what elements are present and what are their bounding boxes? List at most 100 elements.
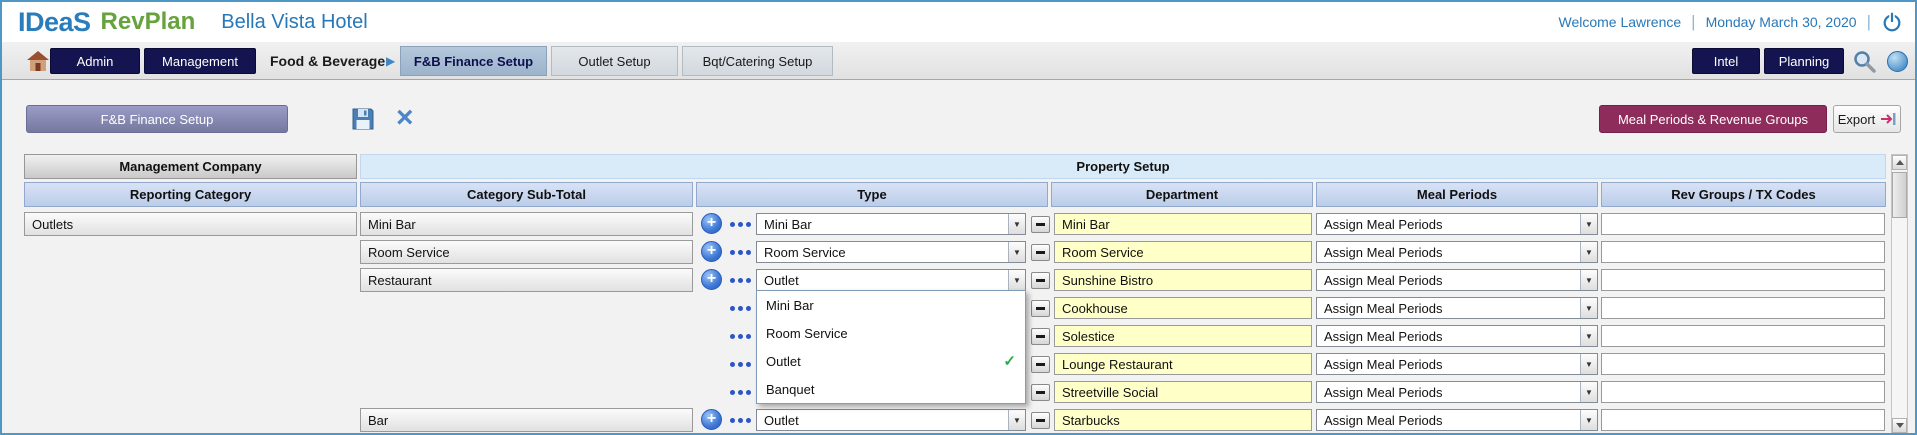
meal-periods-select[interactable]: Assign Meal Periods▼ bbox=[1316, 297, 1598, 319]
type-select[interactable]: Mini Bar▼ bbox=[756, 213, 1026, 235]
meal-periods-select[interactable]: Assign Meal Periods▼ bbox=[1316, 381, 1598, 403]
more-options-icon[interactable] bbox=[730, 334, 751, 339]
meal-periods-select[interactable]: Assign Meal Periods▼ bbox=[1316, 325, 1598, 347]
export-button[interactable]: Export bbox=[1833, 105, 1901, 133]
sub-total-cell: Mini Bar bbox=[360, 212, 693, 236]
more-options-icon[interactable] bbox=[730, 250, 751, 255]
rev-groups-input[interactable] bbox=[1601, 213, 1885, 235]
more-options-icon[interactable] bbox=[730, 278, 751, 283]
add-row-button[interactable]: + bbox=[701, 409, 722, 430]
type-select[interactable]: Outlet▼ bbox=[756, 409, 1026, 431]
add-row-button[interactable]: + bbox=[701, 241, 722, 262]
scroll-down-button[interactable] bbox=[1892, 418, 1907, 433]
remove-row-button[interactable] bbox=[1031, 356, 1050, 373]
tab-bqt-catering-setup[interactable]: Bqt/Catering Setup bbox=[682, 46, 833, 76]
rev-groups-input[interactable] bbox=[1601, 409, 1885, 431]
power-icon[interactable] bbox=[1881, 10, 1903, 34]
remove-row-button[interactable] bbox=[1031, 412, 1050, 429]
department-value: Solestice bbox=[1062, 329, 1115, 344]
minus-icon bbox=[1036, 363, 1045, 366]
add-row-button[interactable]: + bbox=[701, 213, 722, 234]
department-input[interactable]: Sunshine Bistro bbox=[1054, 269, 1312, 291]
rev-groups-input[interactable] bbox=[1601, 381, 1885, 403]
dropdown-option-label: Banquet bbox=[766, 382, 814, 397]
table-row: Room Service + Room Service▼ Room Servic… bbox=[2, 238, 1915, 266]
remove-row-button[interactable] bbox=[1031, 328, 1050, 345]
more-options-icon[interactable] bbox=[730, 222, 751, 227]
sub-total-cell: Room Service bbox=[360, 240, 693, 264]
department-value: Room Service bbox=[1062, 245, 1144, 260]
close-icon[interactable]: × bbox=[396, 103, 414, 133]
scroll-down-icon bbox=[1896, 423, 1904, 428]
chevron-down-icon: ▼ bbox=[1580, 354, 1597, 374]
management-button[interactable]: Management bbox=[144, 48, 256, 74]
department-input[interactable]: Room Service bbox=[1054, 241, 1312, 263]
meal-periods-select[interactable]: Assign Meal Periods▼ bbox=[1316, 213, 1598, 235]
minus-icon bbox=[1036, 223, 1045, 226]
divider: | bbox=[1691, 12, 1695, 32]
dropdown-option-label: Room Service bbox=[766, 326, 848, 341]
add-row-button[interactable]: + bbox=[701, 269, 722, 290]
department-input[interactable]: Solestice bbox=[1054, 325, 1312, 347]
table-row: Bar + Outlet▼ Starbucks Assign Meal Peri… bbox=[2, 406, 1915, 434]
remove-row-button[interactable] bbox=[1031, 244, 1050, 261]
remove-row-button[interactable] bbox=[1031, 300, 1050, 317]
minus-icon bbox=[1036, 419, 1045, 422]
save-icon[interactable] bbox=[350, 106, 376, 132]
ideas-logo: IDeaS bbox=[18, 7, 91, 38]
rev-groups-input[interactable] bbox=[1601, 241, 1885, 263]
rev-groups-input[interactable] bbox=[1601, 297, 1885, 319]
scroll-up-button[interactable] bbox=[1892, 155, 1907, 170]
more-options-icon[interactable] bbox=[730, 362, 751, 367]
meal-periods-value: Assign Meal Periods bbox=[1317, 382, 1580, 402]
department-input[interactable]: Lounge Restaurant bbox=[1054, 353, 1312, 375]
meal-periods-select[interactable]: Assign Meal Periods▼ bbox=[1316, 269, 1598, 291]
type-select-open[interactable]: Outlet▼ bbox=[756, 269, 1026, 291]
tab-fb-finance-setup[interactable]: F&B Finance Setup bbox=[400, 46, 547, 76]
dropdown-option-banquet[interactable]: Banquet bbox=[757, 375, 1025, 403]
sub-total-cell: Bar bbox=[360, 408, 693, 432]
finance-setup-button[interactable]: F&B Finance Setup bbox=[26, 105, 288, 133]
food-beverage-menu[interactable]: Food & Beverage bbox=[270, 42, 385, 79]
dropdown-option-outlet[interactable]: Outlet✓ bbox=[757, 347, 1025, 375]
home-icon[interactable] bbox=[26, 50, 50, 72]
meal-periods-select[interactable]: Assign Meal Periods▼ bbox=[1316, 353, 1598, 375]
tab-outlet-setup[interactable]: Outlet Setup bbox=[551, 46, 678, 76]
type-select[interactable]: Room Service▼ bbox=[756, 241, 1026, 263]
intel-button[interactable]: Intel bbox=[1692, 48, 1760, 74]
minus-icon bbox=[1036, 391, 1045, 394]
vertical-scrollbar[interactable] bbox=[1891, 154, 1908, 434]
chevron-down-icon: ▼ bbox=[1008, 242, 1025, 262]
column-header-reporting-category: Reporting Category bbox=[24, 182, 357, 207]
chevron-down-icon: ▼ bbox=[1008, 270, 1025, 290]
remove-row-button[interactable] bbox=[1031, 216, 1050, 233]
rev-groups-input[interactable] bbox=[1601, 325, 1885, 347]
dropdown-option-room-service[interactable]: Room Service bbox=[757, 319, 1025, 347]
department-input[interactable]: Mini Bar bbox=[1054, 213, 1312, 235]
rev-groups-input[interactable] bbox=[1601, 353, 1885, 375]
globe-icon[interactable] bbox=[1886, 50, 1909, 73]
remove-row-button[interactable] bbox=[1031, 272, 1050, 289]
meal-periods-revenue-groups-button[interactable]: Meal Periods & Revenue Groups bbox=[1599, 105, 1827, 133]
department-input[interactable]: Cookhouse bbox=[1054, 297, 1312, 319]
more-options-icon[interactable] bbox=[730, 418, 751, 423]
admin-button[interactable]: Admin bbox=[50, 48, 140, 74]
header-property-setup: Property Setup bbox=[360, 154, 1886, 179]
remove-row-button[interactable] bbox=[1031, 384, 1050, 401]
chevron-down-icon: ▼ bbox=[1580, 326, 1597, 346]
rev-groups-input[interactable] bbox=[1601, 269, 1885, 291]
meal-periods-select[interactable]: Assign Meal Periods▼ bbox=[1316, 241, 1598, 263]
search-icon[interactable] bbox=[1852, 49, 1878, 75]
planning-button[interactable]: Planning bbox=[1764, 48, 1844, 74]
meal-periods-value: Assign Meal Periods bbox=[1317, 242, 1580, 262]
department-input[interactable]: Starbucks bbox=[1054, 409, 1312, 431]
scroll-thumb[interactable] bbox=[1892, 172, 1907, 218]
chevron-down-icon: ▼ bbox=[1580, 242, 1597, 262]
export-icon bbox=[1880, 112, 1896, 126]
more-options-icon[interactable] bbox=[730, 306, 751, 311]
department-input[interactable]: Streetville Social bbox=[1054, 381, 1312, 403]
more-options-icon[interactable] bbox=[730, 390, 751, 395]
dropdown-option-mini-bar[interactable]: Mini Bar bbox=[757, 291, 1025, 319]
column-header-category-sub-total: Category Sub-Total bbox=[360, 182, 693, 207]
meal-periods-select[interactable]: Assign Meal Periods▼ bbox=[1316, 409, 1598, 431]
